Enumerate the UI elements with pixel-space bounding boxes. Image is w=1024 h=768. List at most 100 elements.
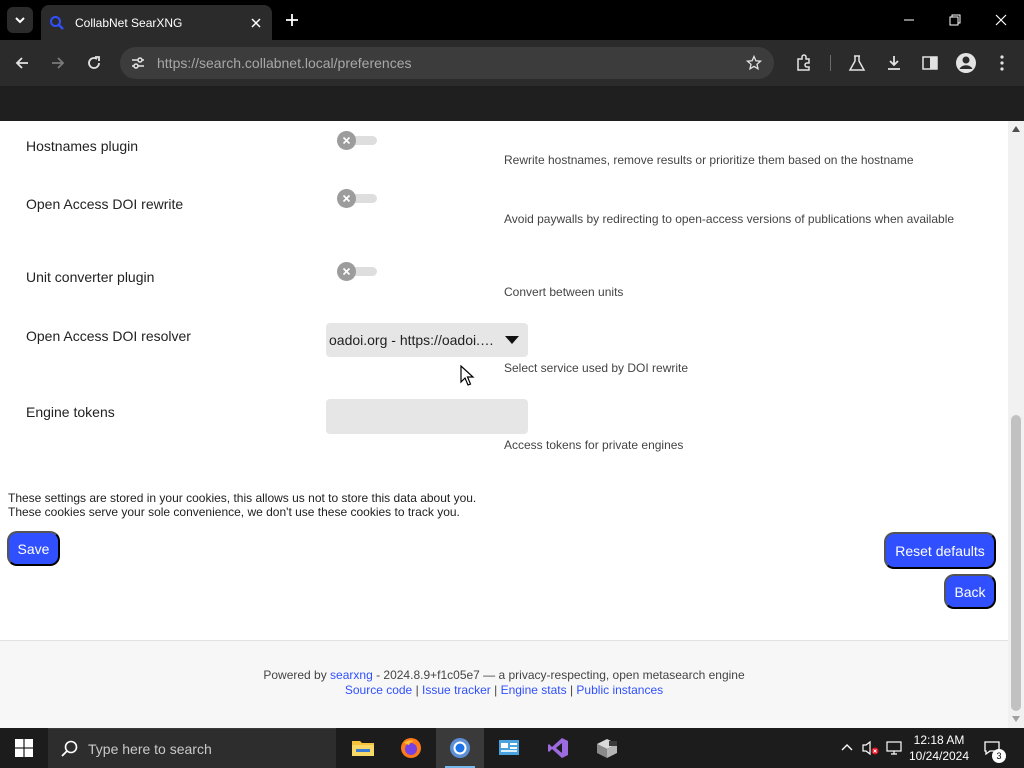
url-path: /preferences — [333, 55, 412, 71]
source-code-link[interactable]: Source code — [345, 683, 412, 697]
new-tab-button[interactable] — [280, 8, 304, 32]
restore-icon — [949, 14, 961, 26]
scroll-down-arrow-icon[interactable] — [1012, 716, 1020, 722]
public-instances-link[interactable]: Public instances — [576, 683, 663, 697]
search-icon — [61, 740, 78, 757]
tab-strip: CollabNet SearXNG — [0, 0, 1024, 40]
engine-tokens-input[interactable] — [326, 399, 528, 434]
searxng-favicon-icon — [50, 15, 64, 30]
tab-search-button[interactable] — [7, 7, 33, 33]
footer-powered-by: Powered by searxng - 2024.8.9+f1c05e7 — … — [0, 668, 1008, 682]
control-panel-icon — [499, 740, 519, 755]
toggle-off-knob — [337, 189, 356, 208]
cookie-notice-line-2: These cookies serve your sole convenienc… — [8, 505, 460, 519]
show-hidden-icons-chevron-icon[interactable] — [837, 738, 857, 758]
toggle-off-knob — [337, 262, 356, 281]
oa-doi-rewrite-toggle[interactable] — [337, 189, 379, 209]
labs-flask-icon[interactable] — [845, 51, 869, 75]
minimize-button[interactable] — [886, 0, 932, 40]
reload-button[interactable] — [80, 49, 108, 77]
oa-doi-resolver-select[interactable]: oadoi.org - https://oadoi.org/ — [326, 323, 528, 357]
download-icon[interactable] — [882, 51, 906, 75]
dropdown-arrow-icon — [505, 336, 519, 344]
clock-date: 10/24/2024 — [908, 749, 970, 763]
taskbar-visual-studio[interactable] — [534, 728, 582, 768]
close-window-button[interactable] — [978, 0, 1024, 40]
tab-title: CollabNet SearXNG — [75, 15, 183, 30]
chrome-icon — [450, 738, 470, 758]
cookie-notice: These settings are stored in your cookie… — [8, 491, 476, 519]
footer-separator: | — [494, 683, 498, 697]
windows-taskbar: Type here to search 12:18 AM 10/24/2024 … — [0, 728, 1024, 768]
issue-tracker-link[interactable]: Issue tracker — [422, 683, 491, 697]
minimize-icon — [904, 19, 914, 21]
network-icon[interactable] — [884, 738, 904, 758]
clock-time: 12:18 AM — [913, 733, 965, 747]
bookmark-star-icon[interactable] — [744, 53, 764, 73]
save-button[interactable]: Save — [7, 531, 60, 566]
browser-menu-icon[interactable] — [990, 51, 1014, 75]
footer-separator: | — [415, 683, 419, 697]
unit-converter-label: Unit converter plugin — [26, 269, 155, 285]
chevron-down-icon — [15, 17, 25, 24]
scrollbar-thumb[interactable] — [1011, 415, 1021, 711]
back-nav-button[interactable] — [8, 49, 36, 77]
x-icon — [342, 267, 351, 276]
page-footer: Powered by searxng - 2024.8.9+f1c05e7 — … — [0, 641, 1008, 728]
toggle-off-knob — [337, 131, 356, 150]
hostnames-plugin-toggle[interactable] — [337, 131, 379, 151]
restore-button[interactable] — [932, 0, 978, 40]
tab-close-icon[interactable] — [246, 13, 266, 33]
volume-muted-icon[interactable] — [860, 738, 880, 758]
extensions-icon[interactable] — [792, 51, 816, 75]
forward-nav-button[interactable] — [44, 49, 72, 77]
taskbar-search-placeholder: Type here to search — [88, 741, 212, 757]
mouse-cursor-icon — [460, 365, 475, 386]
scroll-up-arrow-icon[interactable] — [1012, 126, 1020, 132]
taskbar-search-box[interactable]: Type here to search — [48, 728, 336, 768]
plus-icon — [286, 14, 298, 26]
windows-logo-icon — [15, 739, 33, 757]
preferences-page: Hostnames plugin Rewrite hostnames, remo… — [0, 121, 1008, 728]
arrow-right-icon — [52, 57, 65, 69]
unit-converter-toggle[interactable] — [337, 262, 379, 282]
taskbar-control-panel[interactable] — [485, 728, 533, 768]
profile-avatar-icon[interactable] — [954, 51, 978, 75]
taskbar-clock[interactable]: 12:18 AM 10/24/2024 — [904, 732, 974, 764]
browser-tab[interactable]: CollabNet SearXNG — [41, 5, 272, 40]
address-bar[interactable]: https://search.collabnet.local/preferenc… — [120, 47, 774, 79]
toolbar-divider — [830, 55, 831, 71]
searxng-link[interactable]: searxng — [330, 668, 373, 682]
powered-prefix: Powered by — [263, 668, 331, 682]
oa-doi-resolver-selected-value: oadoi.org - https://oadoi.org/ — [329, 332, 497, 348]
visual-studio-icon — [548, 738, 568, 758]
hostnames-plugin-description: Rewrite hostnames, remove results or pri… — [504, 153, 914, 167]
browser-toolbar: https://search.collabnet.local/preferenc… — [0, 40, 1024, 86]
reload-icon — [88, 56, 100, 69]
arrow-left-icon — [15, 57, 28, 69]
reset-defaults-button[interactable]: Reset defaults — [884, 532, 996, 569]
package-icon — [597, 739, 617, 758]
footer-separator: | — [569, 683, 574, 697]
oa-doi-resolver-label: Open Access DOI resolver — [26, 328, 191, 344]
back-button[interactable]: Back — [944, 574, 996, 609]
taskbar-file-explorer[interactable] — [339, 728, 387, 768]
engine-stats-link[interactable]: Engine stats — [501, 683, 567, 697]
engine-tokens-label: Engine tokens — [26, 404, 115, 420]
url-host: https://search.collabnet.local — [157, 55, 334, 71]
taskbar-firefox[interactable] — [387, 728, 435, 768]
taskbar-chrome[interactable] — [436, 728, 484, 768]
unit-converter-description: Convert between units — [504, 285, 624, 299]
folder-icon — [352, 741, 374, 756]
x-icon — [342, 194, 351, 203]
page-scrollbar[interactable] — [1008, 121, 1024, 728]
oa-doi-resolver-description: Select service used by DOI rewrite — [504, 361, 689, 375]
footer-links: Source code | Issue tracker | Engine sta… — [0, 683, 1008, 697]
x-icon — [342, 136, 351, 145]
start-button[interactable] — [0, 728, 48, 768]
cookie-notice-line-1: These settings are stored in your cookie… — [8, 491, 477, 505]
powered-suffix: - 2024.8.9+f1c05e7 — a privacy-respectin… — [372, 668, 745, 682]
side-panel-icon[interactable] — [918, 51, 942, 75]
site-info-icon[interactable] — [128, 53, 148, 73]
taskbar-package-app[interactable] — [583, 728, 631, 768]
